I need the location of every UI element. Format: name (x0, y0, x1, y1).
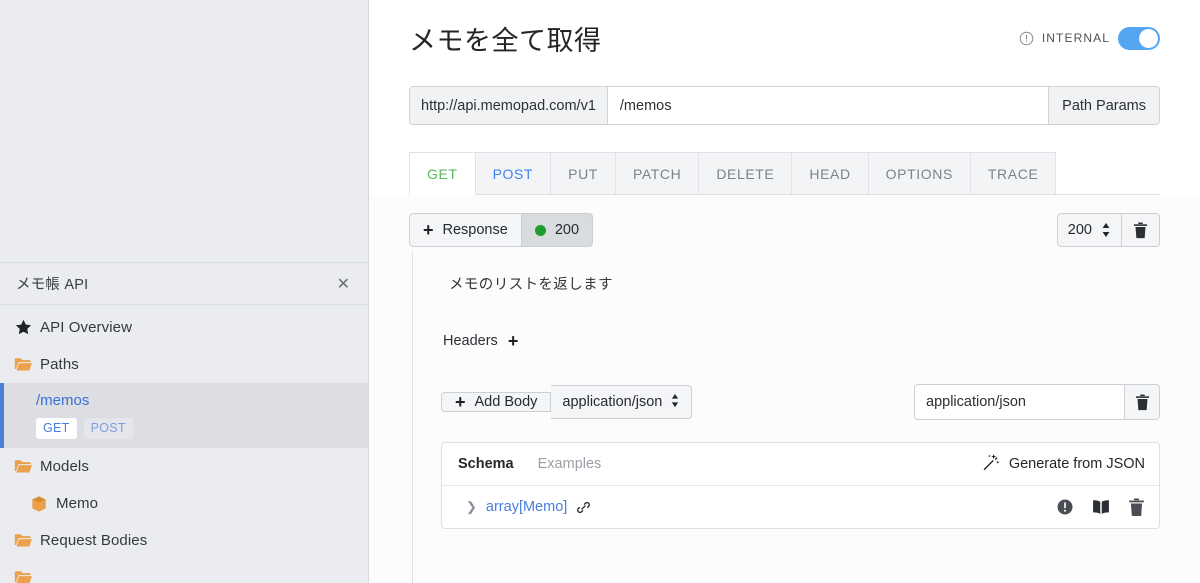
content-type-input[interactable] (914, 384, 1125, 420)
up-down-icon (1101, 222, 1111, 238)
info-icon[interactable] (1019, 31, 1034, 46)
add-response-label: Response (442, 222, 508, 238)
headers-label: Headers (443, 333, 498, 349)
sidebar-item-label: Request Bodies (40, 532, 148, 549)
folder-icon (14, 459, 40, 475)
response-detail: メモのリストを返します Headers + + Add Body applica… (412, 251, 1160, 583)
delete-response-button[interactable] (1122, 213, 1160, 247)
status-dot-icon (534, 224, 546, 236)
path-params-button[interactable]: Path Params (1048, 87, 1159, 124)
sidebar-item-request-bodies[interactable]: Request Bodies (0, 522, 368, 559)
plus-icon: + (455, 392, 466, 412)
chevron-right-icon[interactable]: ❯ (466, 499, 477, 515)
sidebar-method-post[interactable]: POST (83, 418, 133, 439)
title-row: メモを全て取得 INTERNAL (409, 0, 1160, 58)
close-icon[interactable]: ✕ (333, 274, 354, 294)
tab-options[interactable]: OPTIONS (867, 152, 970, 194)
magic-wand-icon (981, 453, 1000, 476)
tab-examples[interactable]: Examples (538, 456, 602, 472)
response-status-code: 200 (554, 222, 580, 238)
main-header-area: メモを全て取得 INTERNAL http://api.memopad.com/… (369, 0, 1200, 195)
sidebar-item-paths[interactable]: Paths (0, 346, 368, 383)
trash-icon (1135, 394, 1149, 410)
project-title: メモ帳 API (16, 277, 89, 293)
toggle-knob (1139, 28, 1158, 48)
schema-panel-tabs: Schema Examples Generate from JSON (442, 443, 1159, 486)
star-icon (14, 318, 40, 337)
plus-icon: + (423, 220, 434, 240)
response-editor: + Response 200 200 メモのリストを返します Headers +… (369, 195, 1200, 583)
folder-icon (14, 533, 40, 549)
body-section-row: + Add Body application/json (441, 384, 1160, 420)
sidebar-path-methods: GET POST (4, 418, 368, 439)
tab-delete[interactable]: DELETE (698, 152, 792, 194)
tab-patch[interactable]: PATCH (614, 152, 699, 194)
add-header-plus-icon[interactable]: + (508, 332, 519, 350)
tab-put[interactable]: PUT (550, 152, 615, 194)
headers-section: Headers + (441, 332, 1160, 350)
folder-icon (14, 570, 40, 583)
main-panel: メモを全て取得 INTERNAL http://api.memopad.com/… (369, 0, 1200, 583)
method-tabs: GET POST PUT PATCH DELETE HEAD OPTIONS T… (409, 152, 1160, 195)
sidebar-empty-region (0, 0, 368, 263)
status-code-value: 200 (1067, 222, 1092, 238)
tab-post[interactable]: POST (474, 152, 551, 194)
media-type-value: application/json (562, 394, 663, 410)
trash-icon (1133, 222, 1148, 238)
schema-type-label[interactable]: array[Memo] (486, 499, 567, 515)
generate-from-json-button[interactable]: Generate from JSON (981, 453, 1145, 476)
sidebar-method-get[interactable]: GET (36, 418, 77, 439)
tab-get[interactable]: GET (409, 152, 475, 195)
add-response-button[interactable]: + Response (409, 213, 522, 247)
sidebar-item-memo-model[interactable]: Memo (0, 485, 368, 522)
folder-icon (14, 357, 40, 373)
sidebar-header: メモ帳 API ✕ (0, 263, 368, 305)
server-base-url[interactable]: http://api.memopad.com/v1 (410, 87, 608, 124)
internal-label: INTERNAL (1041, 31, 1110, 45)
add-body-label: Add Body (474, 394, 538, 410)
content-type-group (914, 384, 1160, 420)
exclamation-circle-icon[interactable] (1056, 498, 1074, 516)
generate-from-json-label: Generate from JSON (1008, 456, 1145, 472)
tab-head[interactable]: HEAD (791, 152, 868, 194)
internal-toggle-group: INTERNAL (1019, 26, 1160, 50)
tab-schema[interactable]: Schema (458, 456, 514, 472)
sidebar-path-memos[interactable]: /memos GET POST (0, 383, 368, 448)
sidebar-item-label: API Overview (40, 319, 133, 336)
up-down-icon (670, 393, 680, 412)
response-status-tab-200[interactable]: 200 (521, 213, 594, 247)
schema-row-actions (1056, 498, 1145, 517)
schema-panel: Schema Examples Generate from JSON ❯ arr… (441, 442, 1160, 529)
status-code-stepper[interactable]: 200 (1056, 213, 1122, 247)
cube-icon (30, 495, 56, 513)
sidebar: メモ帳 API ✕ API Overview Paths /memos GET (0, 0, 369, 583)
sidebar-item-api-overview[interactable]: API Overview (0, 309, 368, 346)
sidebar-item-partial[interactable] (0, 559, 368, 583)
sidebar-item-label: Memo (56, 495, 99, 512)
response-description[interactable]: メモのリストを返します (441, 263, 1160, 294)
book-icon[interactable] (1091, 499, 1111, 515)
page-title: メモを全て取得 (409, 25, 602, 56)
sidebar-item-models[interactable]: Models (0, 448, 368, 485)
link-icon[interactable] (576, 500, 591, 515)
tab-trace[interactable]: TRACE (969, 152, 1057, 194)
sidebar-item-label: Models (40, 458, 89, 475)
status-code-controls: 200 (1056, 213, 1160, 247)
schema-type-row: ❯ array[Memo] (442, 486, 1159, 528)
internal-toggle[interactable] (1118, 26, 1160, 50)
url-bar: http://api.memopad.com/v1 Path Params (409, 86, 1160, 125)
response-toolbar: + Response 200 200 (409, 195, 1160, 251)
media-type-select[interactable]: application/json (551, 385, 693, 419)
sidebar-path-label[interactable]: /memos (4, 390, 368, 412)
delete-content-type-button[interactable] (1125, 384, 1160, 420)
trash-icon[interactable] (1128, 498, 1145, 517)
sidebar-item-label: Paths (40, 356, 79, 373)
app-root: メモ帳 API ✕ API Overview Paths /memos GET (0, 0, 1200, 583)
add-body-button[interactable]: + Add Body (441, 392, 552, 412)
sidebar-tree: API Overview Paths /memos GET POST Model… (0, 305, 368, 583)
response-button-group: + Response 200 (409, 213, 594, 247)
path-input[interactable] (607, 87, 1049, 124)
